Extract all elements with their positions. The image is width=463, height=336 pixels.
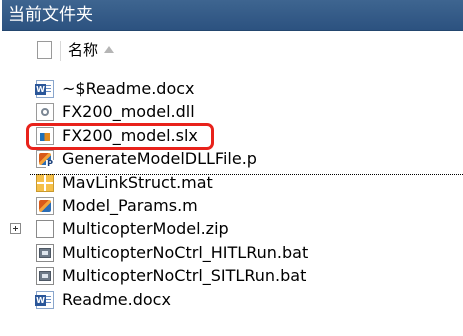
file-name: FX200_model.dll [62, 102, 195, 122]
list-item[interactable]: MulticopterNoCtrl_SITLRun.bat [0, 264, 463, 287]
list-item[interactable]: P GenerateModelDLLFile.p [0, 147, 463, 170]
batch-file-icon [36, 243, 54, 262]
name-column-label: 名称 [68, 41, 99, 59]
file-name: MulticopterNoCtrl_HITLRun.bat [62, 242, 309, 262]
matlab-script-icon [36, 196, 54, 215]
selection-focus-line [30, 174, 463, 175]
dll-file-icon [36, 103, 54, 122]
select-all-checkbox[interactable] [37, 41, 52, 59]
file-name: ~$Readme.docx [62, 79, 195, 98]
file-name: Readme.docx [62, 289, 171, 309]
expand-icon[interactable] [10, 223, 21, 235]
list-item[interactable]: W Readme.docx [0, 288, 463, 311]
sort-ascending-icon [104, 46, 115, 53]
word-document-icon: W [35, 80, 54, 98]
file-name: MulticopterModel.zip [62, 219, 229, 239]
column-divider [60, 41, 61, 61]
list-item[interactable]: W ~$Readme.docx [0, 77, 463, 100]
current-folder-panel: 当前文件夹 名称 W ~$Readme.docx FX200_model.dll… [0, 0, 463, 336]
list-item[interactable]: MulticopterModel.zip [0, 217, 463, 240]
column-header[interactable]: 名称 [0, 37, 463, 65]
mat-file-icon [36, 173, 54, 192]
file-list: W ~$Readme.docx FX200_model.dll FX200_mo… [0, 77, 463, 311]
highlight-box [26, 123, 214, 150]
matlab-p-file-icon: P [36, 150, 54, 169]
list-item[interactable]: MulticopterNoCtrl_HITLRun.bat [0, 241, 463, 264]
list-item[interactable]: Model_Params.m [0, 194, 463, 217]
name-column-header[interactable]: 名称 [68, 40, 115, 60]
list-item[interactable]: FX200_model.dll [0, 100, 463, 123]
zip-file-icon [36, 220, 54, 239]
batch-file-icon [36, 267, 54, 286]
file-name: Model_Params.m [62, 195, 198, 215]
file-name: GenerateModelDLLFile.p [62, 149, 257, 169]
file-name: MulticopterNoCtrl_SITLRun.bat [62, 266, 307, 286]
panel-title: 当前文件夹 [2, 0, 463, 31]
word-document-icon: W [35, 290, 54, 309]
